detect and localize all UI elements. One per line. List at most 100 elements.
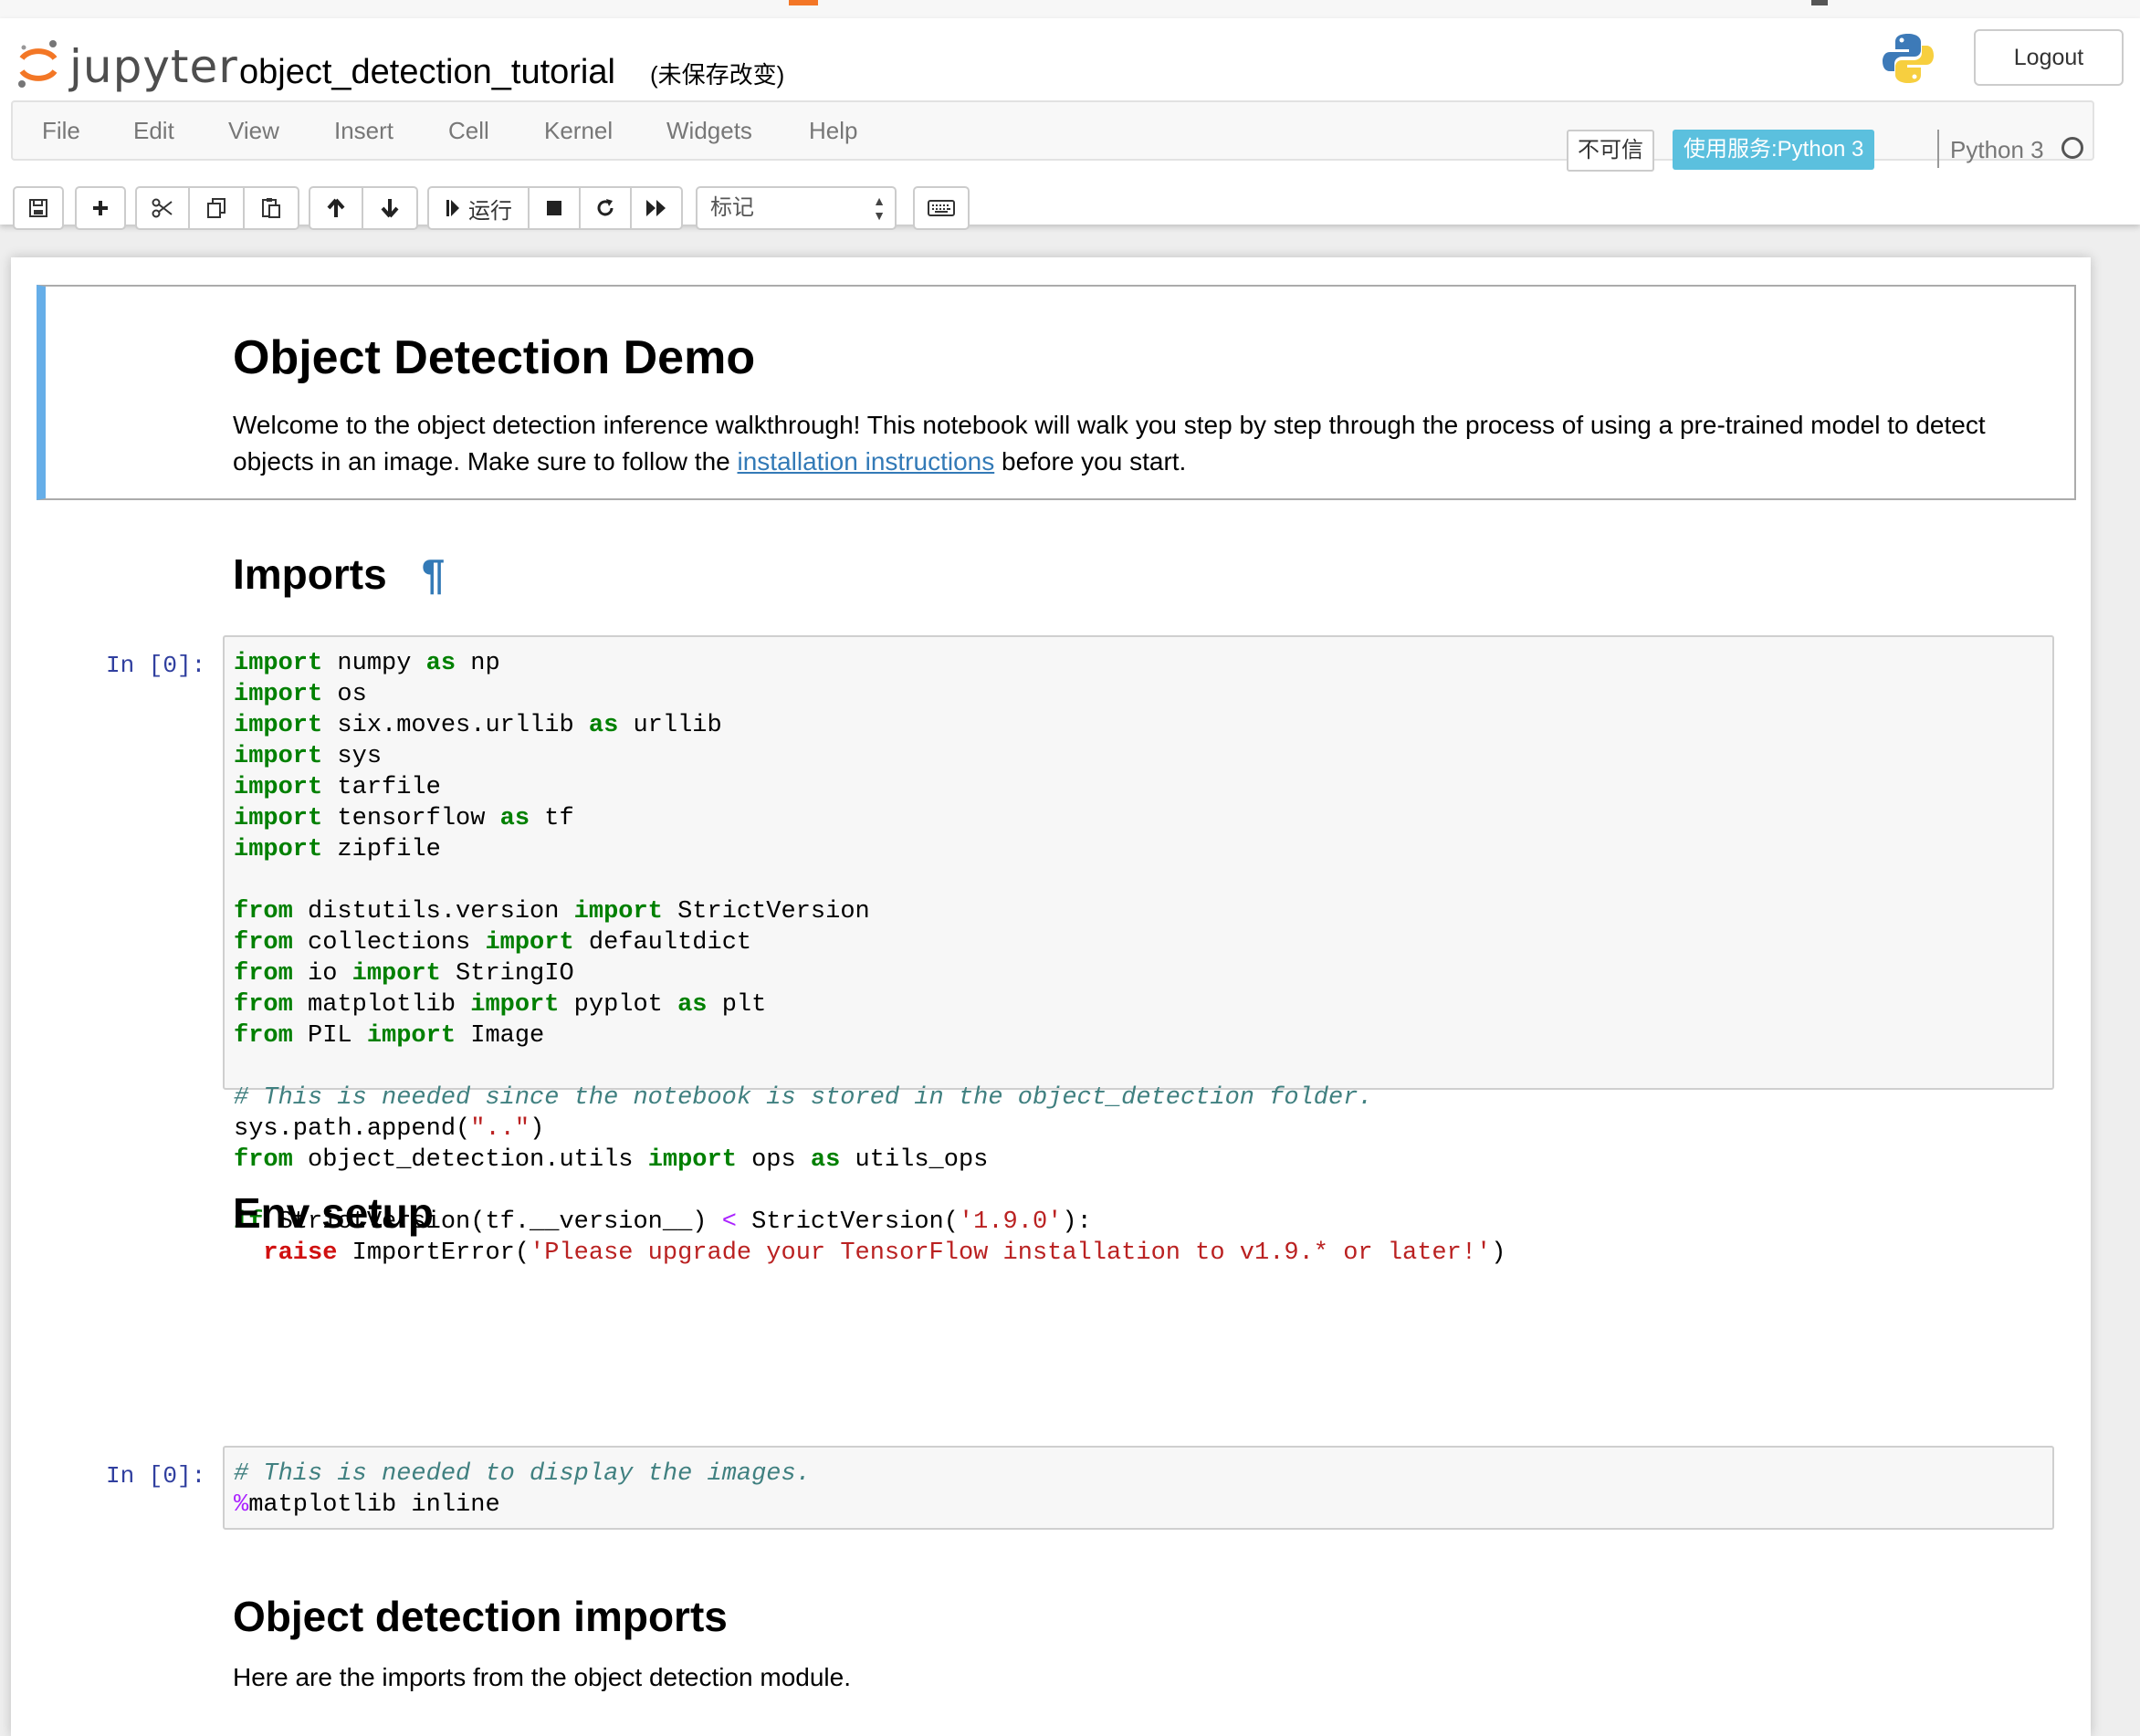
code-line: import tarfile (234, 772, 1505, 803)
copy-button[interactable] (190, 186, 245, 230)
menu-help[interactable]: Help (809, 102, 857, 159)
code-token: as (425, 650, 456, 677)
insert-cell-button[interactable] (75, 186, 126, 230)
env-setup-heading: Env setup (233, 1189, 434, 1237)
code-token: import (234, 712, 323, 739)
code-token: plt (707, 991, 767, 1019)
code-line: sys.path.append("..") (234, 1114, 1505, 1145)
kernel-name: Python 3 (1950, 136, 2044, 163)
python-logo-icon (1883, 34, 1934, 83)
trust-button[interactable]: 不可信 (1567, 130, 1654, 172)
menu-file[interactable]: File (42, 102, 80, 159)
command-palette-button[interactable] (913, 186, 970, 230)
code-line: import os (234, 679, 1505, 710)
cut-button[interactable] (135, 186, 190, 230)
code-token: from (234, 898, 293, 926)
run-button[interactable]: 运行 (427, 186, 530, 230)
code-token: # This is needed to display the images. (234, 1460, 811, 1488)
code-cell-imports[interactable]: import numpy as np import os import six.mo… (223, 635, 2054, 1267)
restart-icon (597, 199, 614, 216)
code-token: 'Please upgrade your TensorFlow installa… (530, 1239, 1492, 1267)
menu-kernel[interactable]: Kernel (544, 102, 613, 159)
input-prompt: In [0]: (106, 1462, 206, 1490)
anchor-link[interactable]: ¶ (422, 550, 446, 598)
step-forward-icon (446, 200, 459, 216)
copy-icon (207, 198, 226, 218)
save-icon (29, 199, 47, 217)
code-token: ImportError( (337, 1239, 530, 1267)
browser-top-strip (0, 0, 2140, 20)
code-token: import (573, 898, 663, 926)
code-token: from (234, 1146, 293, 1174)
code-token: utils_ops (840, 1146, 989, 1174)
code-token: pyplot (559, 991, 678, 1019)
input-prompt: In [0]: (106, 652, 206, 679)
code-token: Image (456, 1022, 545, 1050)
move-up-button[interactable] (309, 186, 363, 230)
code-cell-env[interactable]: # This is needed to display the images.%… (223, 1446, 2054, 1530)
paste-button[interactable] (245, 186, 299, 230)
restart-run-all-button[interactable] (632, 186, 683, 230)
code-token: import (366, 1022, 456, 1050)
code-token: < (721, 1208, 737, 1236)
code-token: matplotlib (292, 991, 471, 1019)
code-token: os (322, 681, 367, 708)
code-token: as (588, 712, 619, 739)
code-token: matplotlib inline (248, 1491, 500, 1519)
code-line: from distutils.version import StrictVers… (234, 896, 1505, 927)
code-line: # This is needed to display the images. (234, 1459, 811, 1490)
code-token: ops (736, 1146, 811, 1174)
code-token: import (234, 836, 323, 863)
code-line: import numpy as np (234, 648, 1505, 679)
menu-edit[interactable]: Edit (133, 102, 174, 159)
menu-insert[interactable]: Insert (334, 102, 393, 159)
code-token: '1.9.0' (958, 1208, 1063, 1236)
kernel-status-icon (2061, 137, 2083, 159)
fast-forward-icon (646, 200, 666, 216)
save-button[interactable] (13, 186, 64, 230)
code-token: StrictVersion (662, 898, 870, 926)
cell-type-value: 标记 (710, 195, 754, 220)
kernel-badge: 使用服务:Python 3 (1673, 130, 1875, 170)
menu-view[interactable]: View (228, 102, 279, 159)
code-token: tf (530, 805, 574, 832)
code-token: numpy (322, 650, 426, 677)
code-token: StringIO (440, 960, 574, 988)
cell-type-select[interactable]: 标记 ▲ ▼ (696, 186, 897, 230)
code-token: as (677, 991, 708, 1019)
jupyter-logo-icon (18, 40, 58, 88)
move-down-button[interactable] (363, 186, 418, 230)
code-token: raise (263, 1239, 338, 1267)
od-imports-heading: Object detection imports (233, 1593, 728, 1640)
logout-button[interactable]: Logout (1974, 29, 2124, 86)
intro-heading: Object Detection Demo (233, 331, 756, 384)
select-arrows-icon: ▲ ▼ (873, 193, 886, 223)
notebook-container: Object Detection Demo Welcome to the obj… (11, 257, 2091, 1736)
code-token: distutils.version (292, 898, 574, 926)
code-token: import (647, 1146, 737, 1174)
cut-icon (152, 198, 173, 218)
arrow-up-icon (327, 198, 345, 217)
plus-icon (93, 201, 108, 215)
intro-paragraph: Welcome to the object detection inferenc… (233, 407, 2050, 480)
jupyter-logo[interactable]: jupyter (16, 31, 237, 104)
code-editor[interactable]: import numpy as np import os import six.mo… (234, 648, 1505, 1269)
code-token: StrictVersion( (736, 1208, 959, 1236)
menu-cell[interactable]: Cell (448, 102, 489, 159)
kernel-separator (1937, 130, 1939, 168)
interrupt-button[interactable] (530, 186, 581, 230)
menu-widgets[interactable]: Widgets (666, 102, 752, 159)
stop-icon (547, 201, 561, 215)
code-token: zipfile (322, 836, 441, 863)
restart-button[interactable] (581, 186, 632, 230)
code-editor[interactable]: # This is needed to display the images.%… (234, 1459, 811, 1521)
installation-link[interactable]: installation instructions (738, 447, 995, 476)
code-token: import (234, 650, 323, 677)
tab-indicator-2 (1811, 0, 1828, 5)
code-token: from (234, 1022, 293, 1050)
code-token: object_detection.utils (292, 1146, 648, 1174)
code-token: sys (322, 743, 383, 770)
code-token: tarfile (322, 774, 441, 801)
